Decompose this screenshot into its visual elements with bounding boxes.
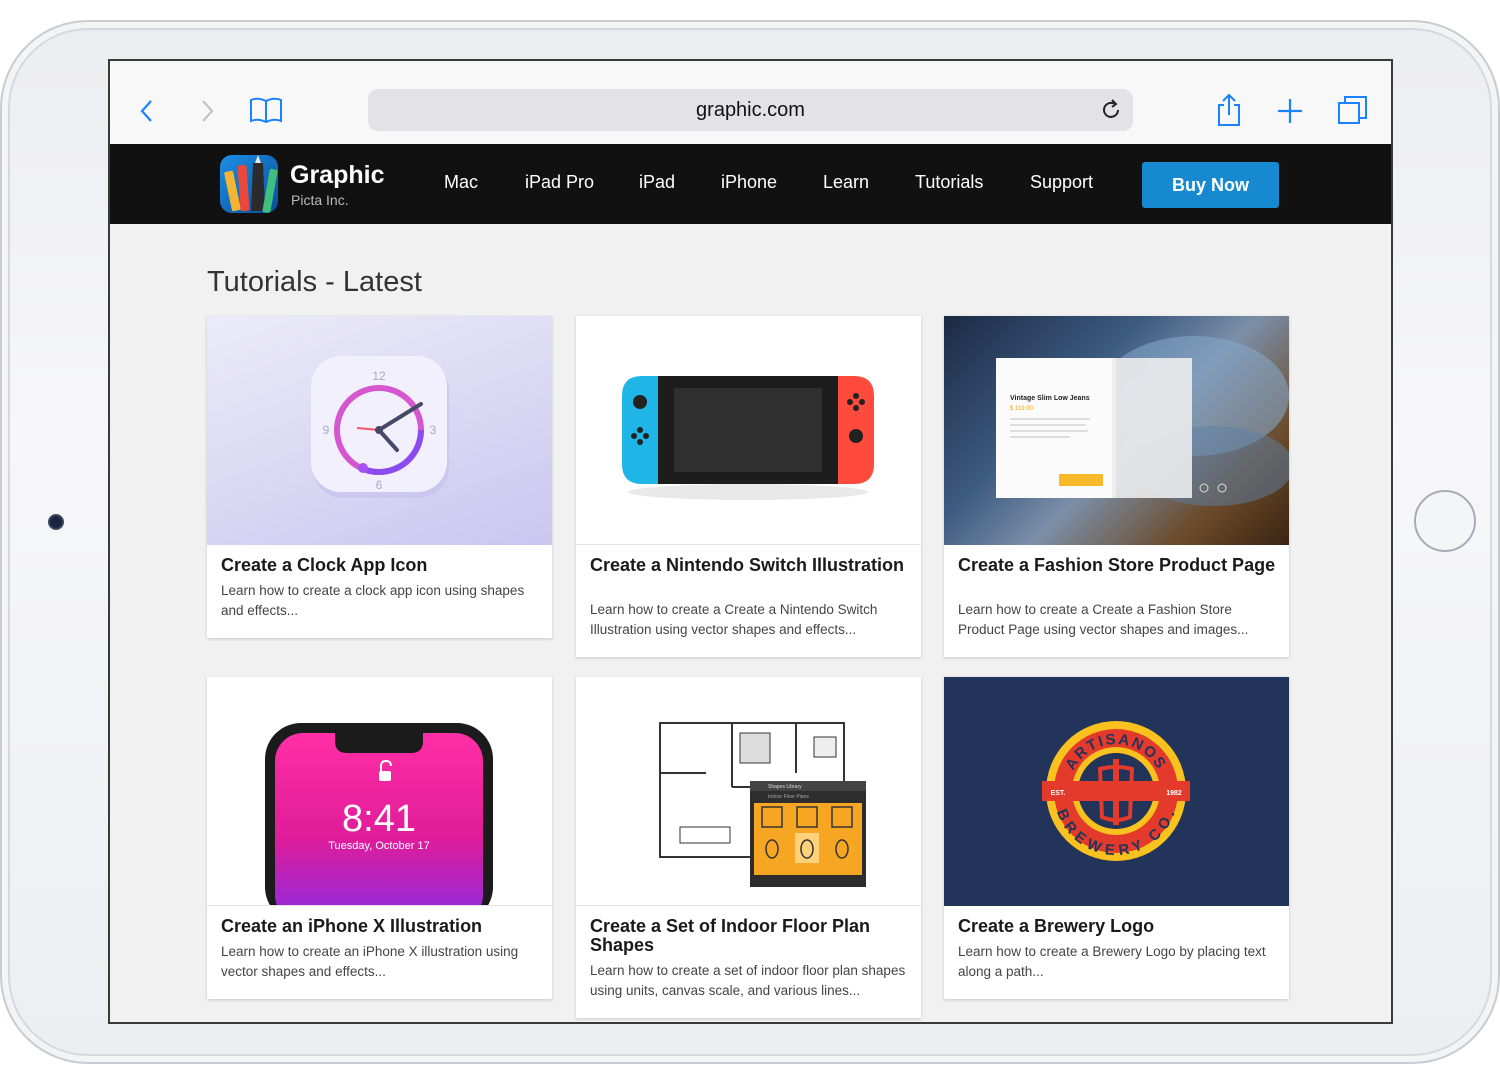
iphone-x-image: 8:41 Tuesday, October 17 <box>207 677 552 906</box>
lockscreen-date: Tuesday, October 17 <box>328 840 430 852</box>
card-title[interactable]: Create a Brewery Logo <box>958 917 1278 936</box>
clock-numeral-9: 9 <box>323 423 330 437</box>
nav-iphone[interactable]: iPhone <box>721 172 777 193</box>
tabs-icon[interactable] <box>1337 94 1369 126</box>
card-description: Learn how to create a clock app icon usi… <box>221 583 525 618</box>
card-title[interactable]: Create a Fashion Store Product Page <box>958 556 1278 575</box>
tutorial-card-iphone-x[interactable]: 8:41 Tuesday, October 17 Create an iPhon… <box>207 677 552 999</box>
nav-support[interactable]: Support <box>1030 172 1093 193</box>
tutorial-card-fashion-store[interactable]: Vintage Slim Low Jeans $ 119.90 Create a… <box>944 316 1289 657</box>
clock-app-icon-image: 12 3 6 9 <box>207 316 552 545</box>
back-icon[interactable] <box>134 98 158 124</box>
nav-mac[interactable]: Mac <box>444 172 478 193</box>
brewery-year-label: 1982 <box>1166 790 1182 797</box>
logo-subtitle: Picta Inc. <box>291 192 349 208</box>
tutorial-card-nintendo-switch[interactable]: Create a Nintendo Switch Illustration Le… <box>576 316 921 657</box>
clock-numeral-12: 12 <box>372 369 386 383</box>
card-title[interactable]: Create a Clock App Icon <box>221 556 541 575</box>
brewery-est-label: EST. <box>1051 790 1066 797</box>
clock-numeral-6: 6 <box>376 478 383 492</box>
shapes-panel-subtitle: Indoor Floor Plans <box>768 794 809 800</box>
bookmarks-icon[interactable] <box>249 95 283 125</box>
nav-learn[interactable]: Learn <box>823 172 869 193</box>
card-description: Learn how to create an iPhone X illustra… <box>221 944 519 979</box>
buy-now-button[interactable]: Buy Now <box>1142 162 1279 208</box>
site-header: Graphic Picta Inc. Mac iPad Pro iPad iPh… <box>110 144 1391 224</box>
graphic-logo-icon[interactable] <box>220 155 278 213</box>
card-description: Learn how to create a Create a Fashion S… <box>958 602 1249 637</box>
home-button[interactable] <box>1414 490 1476 552</box>
shapes-panel-title: Shapes Library <box>768 784 802 790</box>
reload-icon[interactable] <box>1099 98 1123 122</box>
browser-toolbar: graphic.com <box>110 61 1391 144</box>
new-tab-icon[interactable] <box>1276 97 1304 125</box>
clock-numeral-3: 3 <box>430 423 437 437</box>
screen: graphic.com Graphic Picta Inc. Mac iPad … <box>108 59 1393 1024</box>
lockscreen-time: 8:41 <box>342 798 416 840</box>
product-name: Vintage Slim Low Jeans <box>1010 395 1090 402</box>
tutorial-card-floor-plan[interactable]: Shapes Library Indoor Floor Plans Create… <box>576 677 921 1018</box>
brewery-logo-image: ARTISANOS BREWERY CO. EST. 1982 <box>944 677 1289 906</box>
nav-ipad[interactable]: iPad <box>639 172 675 193</box>
card-description: Learn how to create a set of indoor floo… <box>590 963 906 998</box>
card-title[interactable]: Create a Nintendo Switch Illustration <box>590 556 910 575</box>
tutorial-card-clock[interactable]: 12 3 6 9 Create a Clock App Icon Learn h… <box>207 316 552 638</box>
tutorial-card-brewery-logo[interactable]: ARTISANOS BREWERY CO. EST. 1982 Create a… <box>944 677 1289 999</box>
fashion-store-image: Vintage Slim Low Jeans $ 119.90 <box>944 316 1289 545</box>
nav-ipad-pro[interactable]: iPad Pro <box>525 172 594 193</box>
nav-tutorials[interactable]: Tutorials <box>915 172 983 193</box>
logo-title[interactable]: Graphic <box>290 161 384 190</box>
card-title[interactable]: Create a Set of Indoor Floor Plan Shapes <box>590 917 910 955</box>
forward-icon[interactable] <box>196 98 220 124</box>
nintendo-switch-image <box>576 316 921 545</box>
page-title: Tutorials - Latest <box>207 266 422 298</box>
front-camera <box>48 514 64 530</box>
product-price: $ 119.90 <box>1010 406 1034 412</box>
floor-plan-image: Shapes Library Indoor Floor Plans <box>576 677 921 906</box>
card-title[interactable]: Create an iPhone X Illustration <box>221 917 541 936</box>
card-description: Learn how to create a Brewery Logo by pl… <box>958 944 1266 979</box>
address-bar[interactable]: graphic.com <box>368 89 1133 131</box>
card-description: Learn how to create a Create a Nintendo … <box>590 602 878 637</box>
share-icon[interactable] <box>1215 93 1243 127</box>
url-text: graphic.com <box>696 99 805 121</box>
